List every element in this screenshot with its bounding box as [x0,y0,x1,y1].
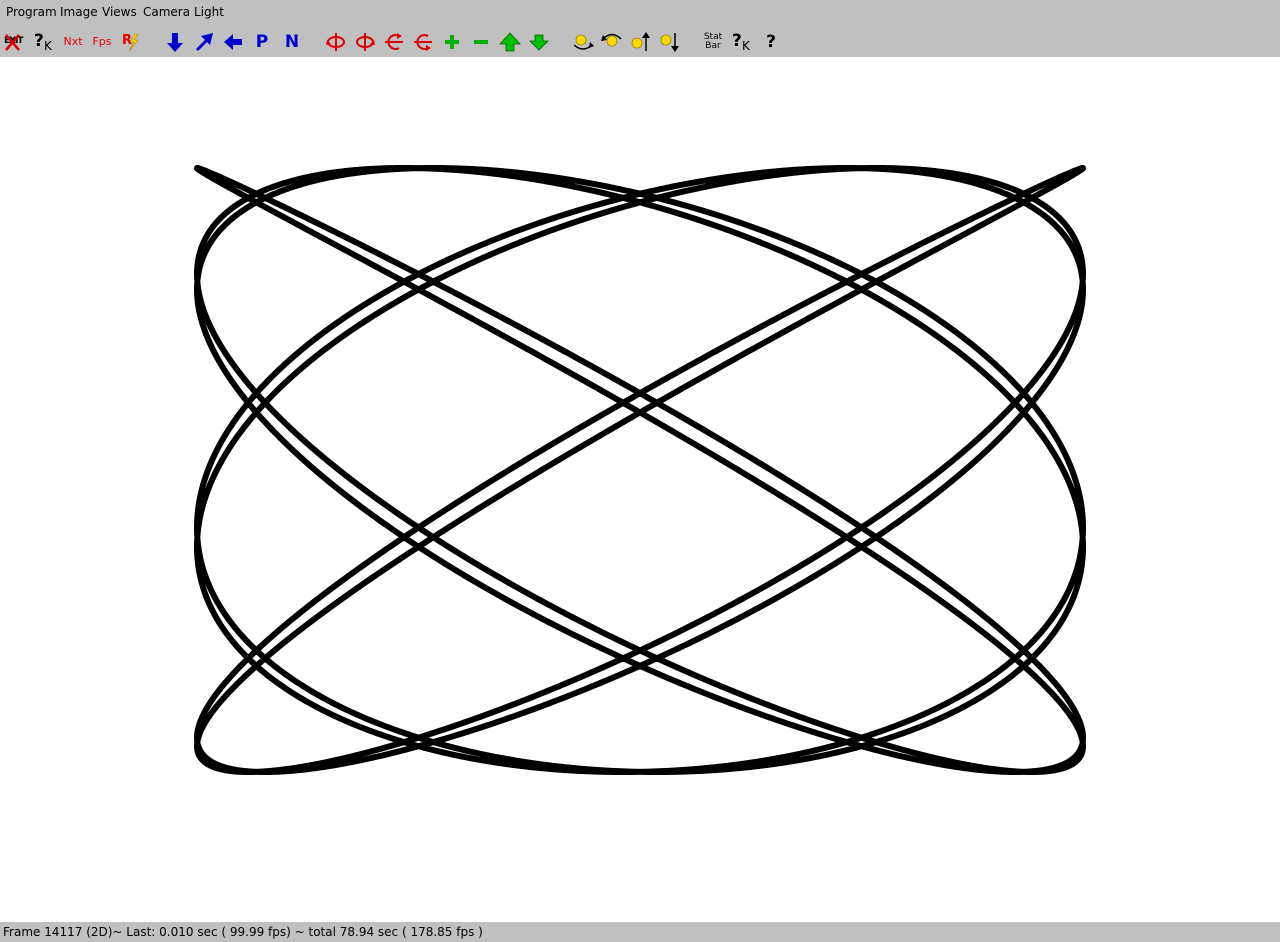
reset-icon: R [119,31,143,53]
move-diagonal-button[interactable] [191,26,217,57]
help-keys-button-2[interactable]: ? K [729,26,755,57]
rotate-x-up-button[interactable] [381,26,407,57]
toolbar: EXIT ? K Nxt Fps R [0,26,1280,57]
rotate-y-right-icon [356,32,375,51]
light-rotate-left-icon [573,34,594,50]
p-label: P [255,31,269,52]
rotate-y-left-icon [326,32,345,51]
light-down-icon [660,32,679,52]
move-down-green-button[interactable] [526,26,552,57]
rotate-x-up-icon [385,32,403,50]
bar-label: Bar [705,40,721,51]
light-down-button[interactable] [657,26,683,57]
p-button[interactable]: P [249,26,275,57]
stat-bar-icon: Stat Bar [704,32,722,51]
n-button[interactable]: N [279,26,305,57]
green-arrow-up-icon [499,31,521,51]
rotate-y-left-button[interactable] [323,26,349,57]
help-keys-icon: ? K [32,31,56,53]
lightning-icon [128,33,139,51]
stat-bar-button[interactable]: Stat Bar [700,26,726,57]
next-button[interactable]: Nxt [60,26,86,57]
help-k-glyph: K [44,38,52,53]
help-question-glyph-2: ? [732,30,742,51]
exit-icon: EXIT [3,32,27,52]
lissajous-curve [194,165,1086,775]
green-arrow-down-icon [529,34,549,51]
status-text: Frame 14117 (2D)~ Last: 0.010 sec ( 99.9… [3,925,483,939]
help-keys-button[interactable]: ? K [31,26,57,57]
status-bar: Frame 14117 (2D)~ Last: 0.010 sec ( 99.9… [0,922,1280,942]
help-icon: ? [766,31,776,52]
move-left-button[interactable] [220,26,246,57]
rotate-x-down-icon [414,33,432,51]
exit-button[interactable]: EXIT [2,26,28,57]
light-up-button[interactable] [628,26,654,57]
n-label: N [284,31,300,52]
zoom-out-button[interactable] [468,26,494,57]
help-keys-icon-2: ? K [730,31,754,53]
menu-program[interactable]: Program [6,5,57,20]
arrow-up-right-icon [196,32,213,51]
next-label: Nxt [63,35,83,48]
menu-image[interactable]: Image [60,5,98,20]
move-down-button[interactable] [162,26,188,57]
help-button[interactable]: ? [758,26,784,57]
rotate-y-right-button[interactable] [352,26,378,57]
rotate-x-down-button[interactable] [410,26,436,57]
fps-button[interactable]: Fps [89,26,115,57]
reset-button[interactable]: R [118,26,144,57]
minus-icon [474,39,488,44]
red-x-icon [5,33,20,51]
help-question-glyph: ? [34,30,44,51]
menu-bar: Program Image Views Camera Light [0,0,1280,26]
plus-icon [445,34,459,49]
zoom-in-button[interactable] [439,26,465,57]
light-rotate-left-button[interactable] [570,26,596,57]
light-rotate-right-button[interactable] [599,26,625,57]
menu-camera[interactable]: Camera [143,5,190,20]
menu-light[interactable]: Light [194,5,224,20]
move-up-green-button[interactable] [497,26,523,57]
light-up-icon [631,31,650,51]
arrow-left-icon [224,33,242,50]
help-k-glyph-2: K [742,38,750,53]
render-canvas[interactable] [0,57,1280,922]
lissajous-figure [194,165,1086,775]
fps-label: Fps [92,35,112,48]
arrow-down-icon [167,32,183,52]
menu-views[interactable]: Views [102,5,137,20]
light-rotate-right-icon [601,33,622,46]
